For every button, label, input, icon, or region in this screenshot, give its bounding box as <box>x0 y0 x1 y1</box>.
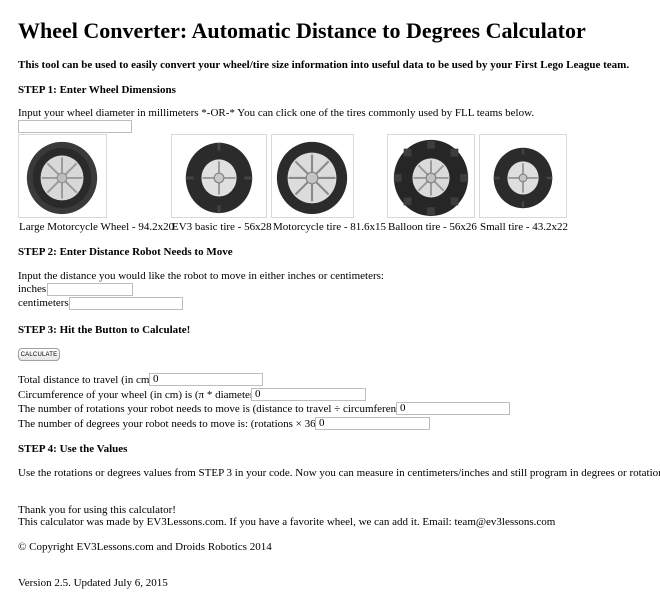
tire-caption-small: Small tire - 43.2x22 <box>480 221 568 233</box>
wheel-diameter-input[interactable] <box>18 120 132 133</box>
tire-caption-motorcycle: Motorcycle tire - 81.6x15 <box>273 221 387 233</box>
motorcycle-tire-image[interactable] <box>271 134 354 218</box>
step4-heading: STEP 4: Use the Values <box>18 443 128 455</box>
copyright-text: © Copyright EV3Lessons.com and Droids Ro… <box>18 541 272 553</box>
result-label-circumference: Circumference of your wheel (in cm) is (… <box>18 389 261 401</box>
step1-instruction: Input your wheel diameter in millimeters… <box>18 107 535 119</box>
intro-text: This tool can be used to easily convert … <box>18 59 630 71</box>
centimeters-input[interactable] <box>69 297 183 310</box>
ev3-basic-tire-image[interactable] <box>171 134 267 218</box>
tire-caption-balloon: Balloon tire - 56x26 <box>388 221 477 233</box>
result-value-total-distance: 0 <box>149 373 263 386</box>
step1-heading: STEP 1: Enter Wheel Dimensions <box>18 84 176 96</box>
result-value-rotations: 0 <box>396 402 510 415</box>
credit-text: This calculator was made by EV3Lessons.c… <box>18 516 556 528</box>
balloon-tire-icon <box>393 139 469 217</box>
small-tire-icon <box>493 147 553 209</box>
step2-instruction: Input the distance you would like the ro… <box>18 270 384 282</box>
thanks-text: Thank you for using this calculator! <box>18 504 176 516</box>
large-motorcycle-wheel-image[interactable] <box>18 134 107 218</box>
motorcycle-tire-icon <box>276 141 348 215</box>
centimeters-label: centimeters <box>18 297 69 309</box>
inches-input[interactable] <box>47 283 133 296</box>
step4-text: Use the rotations or degrees values from… <box>18 467 660 479</box>
step2-heading: STEP 2: Enter Distance Robot Needs to Mo… <box>18 246 233 258</box>
step3-heading: STEP 3: Hit the Button to Calculate! <box>18 324 191 336</box>
result-value-circumference: 0 <box>251 388 366 401</box>
result-label-degrees: The number of degrees your robot needs t… <box>18 418 328 430</box>
result-label-rotations: The number of rotations your robot needs… <box>18 403 413 415</box>
inches-label: inches <box>18 283 47 295</box>
ev3-basic-tire-icon <box>185 142 253 214</box>
result-label-total-distance: Total distance to travel (in cm) <box>18 374 154 386</box>
version-text: Version 2.5. Updated July 6, 2015 <box>18 577 168 589</box>
balloon-tire-image[interactable] <box>387 134 475 218</box>
tire-caption-ev3-basic: EV3 basic tire - 56x28 <box>172 221 272 233</box>
tire-caption-large-motorcycle: Large Motorcycle Wheel - 94.2x20 <box>19 221 175 233</box>
calculate-button[interactable]: CALCULATE <box>18 348 60 361</box>
page-title: Wheel Converter: Automatic Distance to D… <box>18 18 586 43</box>
small-tire-image[interactable] <box>479 134 567 218</box>
result-value-degrees: 0 <box>315 417 430 430</box>
large-motorcycle-wheel-icon <box>26 141 98 215</box>
